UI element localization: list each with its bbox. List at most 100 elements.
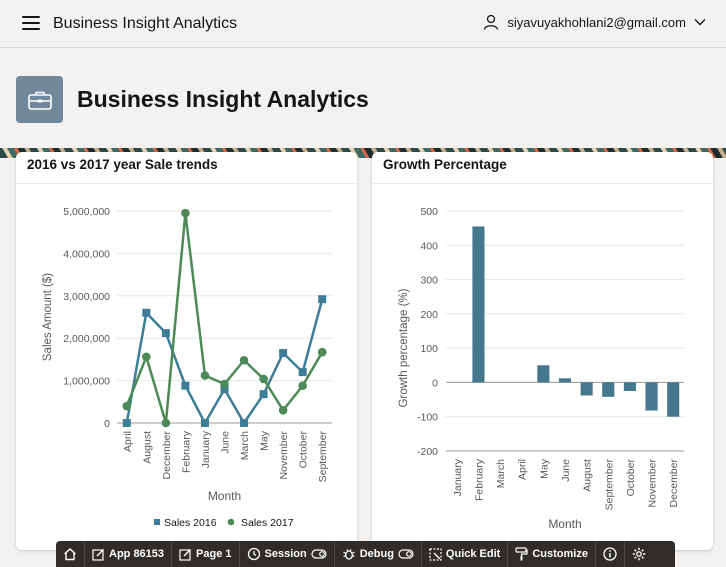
x-tick-label: November <box>647 458 659 507</box>
bar <box>645 382 658 411</box>
session-button[interactable]: Session <box>240 541 335 567</box>
y-tick-label: 5,000,000 <box>63 206 110 218</box>
hamburger-menu-icon[interactable] <box>22 16 40 30</box>
bar <box>537 365 550 383</box>
data-point <box>220 379 229 389</box>
series-line <box>125 298 324 425</box>
growth-chart: 500 400 300 200 100 0 -100 -200 January February M… <box>398 206 684 531</box>
page-title: Business Insight Analytics <box>77 86 369 112</box>
bar <box>558 378 572 383</box>
y-tick-label: 100 <box>420 343 438 355</box>
paint-roller-icon <box>515 547 528 561</box>
y-tick-label: 0 <box>104 418 110 430</box>
home-icon <box>64 548 76 561</box>
x-tick-label: May <box>538 458 550 479</box>
briefcase-icon <box>16 76 63 123</box>
y-axis-title: Growth percentage (%) <box>398 288 410 407</box>
app-title[interactable]: Business Insight Analytics <box>53 15 237 33</box>
y-tick-label: -100 <box>417 412 438 424</box>
data-point <box>259 374 268 384</box>
x-tick-label: June <box>220 431 232 454</box>
y-tick-label: 3,000,000 <box>63 291 110 303</box>
data-point <box>317 347 327 357</box>
x-tick-label: January <box>200 430 212 468</box>
x-tick-label: March <box>239 431 251 460</box>
toggle-icon <box>398 549 414 559</box>
legend-label: Sales 2016 <box>164 517 217 529</box>
legend-marker <box>227 518 235 526</box>
y-tick-label: 4,000,000 <box>63 248 110 260</box>
y-tick-label: 1,000,000 <box>63 376 110 388</box>
sales-trend-card: 2016 vs 2017 year Sale trends 0 1,000,000… <box>16 152 357 550</box>
quick-edit-button[interactable]: Quick Edit <box>422 541 509 567</box>
data-point <box>142 308 151 317</box>
edit-page-icon <box>179 548 192 561</box>
legend-marker <box>154 519 160 525</box>
edit-icon <box>92 548 104 561</box>
x-tick-label: December <box>668 458 680 507</box>
debug-label: Debug <box>359 548 394 560</box>
page-button[interactable]: Page 1 <box>172 541 240 567</box>
customize-label: Customize <box>532 548 588 560</box>
quick-edit-label: Quick Edit <box>445 548 501 560</box>
data-point <box>239 355 249 365</box>
data-point <box>278 405 288 415</box>
bar <box>580 382 593 396</box>
bar <box>472 226 485 383</box>
x-tick-label: April <box>122 431 134 452</box>
info-button[interactable] <box>596 541 625 567</box>
x-axis-title: Month <box>208 489 241 503</box>
y-tick-label: 300 <box>420 275 438 287</box>
y-tick-label: 200 <box>420 309 438 321</box>
bar <box>667 382 680 417</box>
debug-button[interactable]: Debug <box>335 541 422 567</box>
x-tick-label: October <box>298 431 310 469</box>
bar <box>602 382 615 397</box>
y-tick-label: 500 <box>420 206 438 218</box>
data-point <box>298 381 307 390</box>
data-point <box>240 419 249 427</box>
x-tick-label: September <box>603 459 615 511</box>
x-tick-label: November <box>278 430 290 479</box>
x-tick-label: May <box>259 430 271 451</box>
session-label: Session <box>264 548 307 560</box>
x-tick-label: August <box>141 431 153 464</box>
chevron-down-icon <box>694 19 706 26</box>
session-icon <box>247 547 260 561</box>
x-tick-label: August <box>582 459 594 492</box>
growth-card: Growth Percentage 500 400 300 200 100 0 -100 -2… <box>372 152 713 550</box>
app-label: App 86153 <box>109 548 165 560</box>
user-menu[interactable]: siyavuyakhohlani2@gmail.com <box>483 14 706 30</box>
settings-button[interactable] <box>625 541 653 567</box>
bug-icon <box>342 549 355 560</box>
data-point <box>200 371 210 380</box>
x-tick-label: September <box>317 431 329 483</box>
app-button[interactable]: App 86153 <box>85 541 173 567</box>
y-tick-label: 2,000,000 <box>63 333 110 345</box>
sales-trend-title: 2016 vs 2017 year Sale trends <box>27 157 218 172</box>
hero-region: Business Insight Analytics <box>0 48 726 152</box>
toggle-icon <box>311 549 327 559</box>
data-point <box>298 368 307 377</box>
x-tick-label: December <box>161 430 173 479</box>
data-point <box>259 390 268 399</box>
home-button[interactable] <box>56 541 85 567</box>
x-tick-label: April <box>517 459 529 480</box>
user-email: siyavuyakhohlani2@gmail.com <box>507 14 686 30</box>
developer-toolbar: App 86153 Page 1 Session Debug Quick Edi… <box>56 541 675 567</box>
data-point <box>122 419 131 427</box>
data-point <box>279 349 288 358</box>
x-tick-label: February <box>180 430 192 473</box>
x-tick-label: January <box>452 458 464 496</box>
data-point <box>181 381 190 390</box>
sales-trend-chart: 0 1,000,000 2,000,000 3,000,000 4,000,000 5,0… <box>42 206 332 529</box>
x-tick-label: October <box>625 459 637 497</box>
x-axis-title: Month <box>548 517 581 531</box>
y-tick-label: 0 <box>432 377 438 389</box>
data-point <box>161 329 170 338</box>
x-tick-label: March <box>495 459 507 488</box>
customize-button[interactable]: Customize <box>508 541 596 567</box>
data-point <box>122 401 132 411</box>
y-tick-label: 400 <box>420 240 438 252</box>
data-point <box>142 352 151 362</box>
